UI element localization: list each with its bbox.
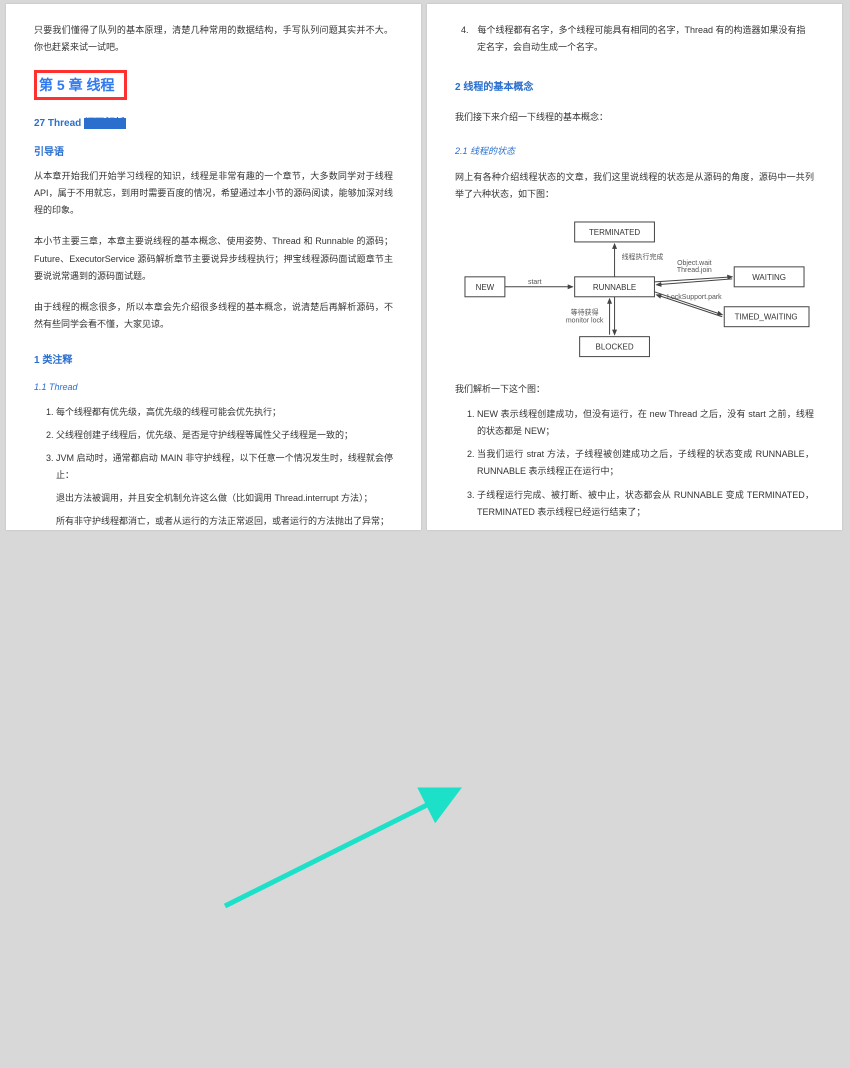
- chapter-title-box: 第 5 章 线程: [34, 70, 127, 100]
- svg-text:Object.wait: Object.wait: [677, 260, 712, 267]
- chapter-title: 第 5 章 线程: [39, 77, 114, 93]
- heading-27-redacted: 源码解析: [84, 118, 126, 129]
- list-item-4: 4. 每个线程都有名字，多个线程可能具有相同的名字，Thread 有的构造器如果…: [455, 22, 814, 56]
- label-start: start: [528, 279, 542, 286]
- box-runnable: RUNNABLE: [593, 283, 636, 292]
- explain-text: 我们解析一下这个图：: [455, 381, 814, 398]
- heading-27-label: 27 Thread: [34, 118, 84, 129]
- list-item-2: 父线程创建子线程后，优先级、是否是守护线程等属性父子线程是一致的；: [56, 427, 393, 444]
- annotation-arrow: [0, 534, 850, 1068]
- svg-text:Thread.join: Thread.join: [677, 267, 712, 274]
- heading-1: 1 类注释: [34, 351, 393, 366]
- paragraph-3: 由于线程的概念很多，所以本章会先介绍很多线程的基本概念，说清楚后再解析源码，不然…: [34, 299, 393, 333]
- paragraph-2: 本小节主要三章，本章主要说线程的基本概念、使用姿势、Thread 和 Runna…: [34, 233, 393, 284]
- intro-text: 只要我们懂得了队列的基本原理，清楚几种常用的数据结构，手写队列问题其实并不大。你…: [34, 22, 393, 56]
- page-right: 4. 每个线程都有名字，多个线程可能具有相同的名字，Thread 有的构造器如果…: [427, 4, 842, 530]
- label-done: 线程执行完成: [622, 252, 664, 261]
- list-item-1: 每个线程都有优先级，高优先级的线程可能会优先执行；: [56, 404, 393, 421]
- paragraph-2-1: 网上有各种介绍线程状态的文章，我们这里说线程的状态是从源码的角度，源码中一共列举…: [455, 169, 814, 203]
- box-new: NEW: [476, 283, 495, 292]
- heading-2-1: 2.1 线程的状态: [455, 144, 814, 157]
- svg-text:monitor lock: monitor lock: [566, 318, 604, 325]
- list-left: 每个线程都有优先级，高优先级的线程可能会优先执行； 父线程创建子线程后，优先级、…: [34, 404, 393, 484]
- indent-1: 退出方法被调用，并且安全机制允许这么做（比如调用 Thread.interrup…: [56, 490, 393, 507]
- box-waiting: WAITING: [752, 273, 786, 282]
- svg-text:LockSupport.park: LockSupport.park: [667, 294, 722, 301]
- list-item-3: JVM 启动时，通常都启动 MAIN 非守护线程，以下任意一个情况发生时，线程就…: [56, 450, 393, 484]
- rlist-item-1: NEW 表示线程创建成功，但没有运行，在 new Thread 之后，没有 st…: [477, 406, 814, 440]
- state-diagram: TERMINATED NEW RUNNABLE WAITING TIMED_WA…: [455, 217, 814, 369]
- paragraph-1: 从本章开始我们开始学习线程的知识，线程是非常有趣的一个章节，大多数同学对于线程 …: [34, 168, 393, 219]
- intro-2: 我们接下来介绍一下线程的基本概念：: [455, 109, 814, 126]
- lead-heading: 引导语: [34, 143, 393, 158]
- svg-text:等待获得: 等待获得: [571, 308, 599, 317]
- indent-2: 所有非守护线程都消亡，或者从运行的方法正常返回，或者运行的方法抛出了异常；: [56, 513, 393, 530]
- rlist-item-3: 子线程运行完成、被打断、被中止，状态都会从 RUNNABLE 变成 TERMIN…: [477, 487, 814, 521]
- box-terminated: TERMINATED: [589, 228, 640, 237]
- state-diagram-svg: TERMINATED NEW RUNNABLE WAITING TIMED_WA…: [455, 217, 814, 367]
- list-right: NEW 表示线程创建成功，但没有运行，在 new Thread 之后，没有 st…: [455, 406, 814, 521]
- rlist-item-2: 当我们运行 strat 方法，子线程被创建成功之后，子线程的状态变成 RUNNA…: [477, 446, 814, 480]
- box-blocked: BLOCKED: [596, 343, 634, 352]
- page-left: 只要我们懂得了队列的基本原理，清楚几种常用的数据结构，手写队列问题其实并不大。你…: [6, 4, 421, 530]
- section-27-heading: 27 Thread 源码解析: [34, 114, 393, 129]
- box-timed-waiting: TIMED_WAITING: [735, 313, 798, 322]
- heading-1-1: 1.1 Thread: [34, 382, 393, 392]
- heading-2: 2 线程的基本概念: [455, 78, 814, 93]
